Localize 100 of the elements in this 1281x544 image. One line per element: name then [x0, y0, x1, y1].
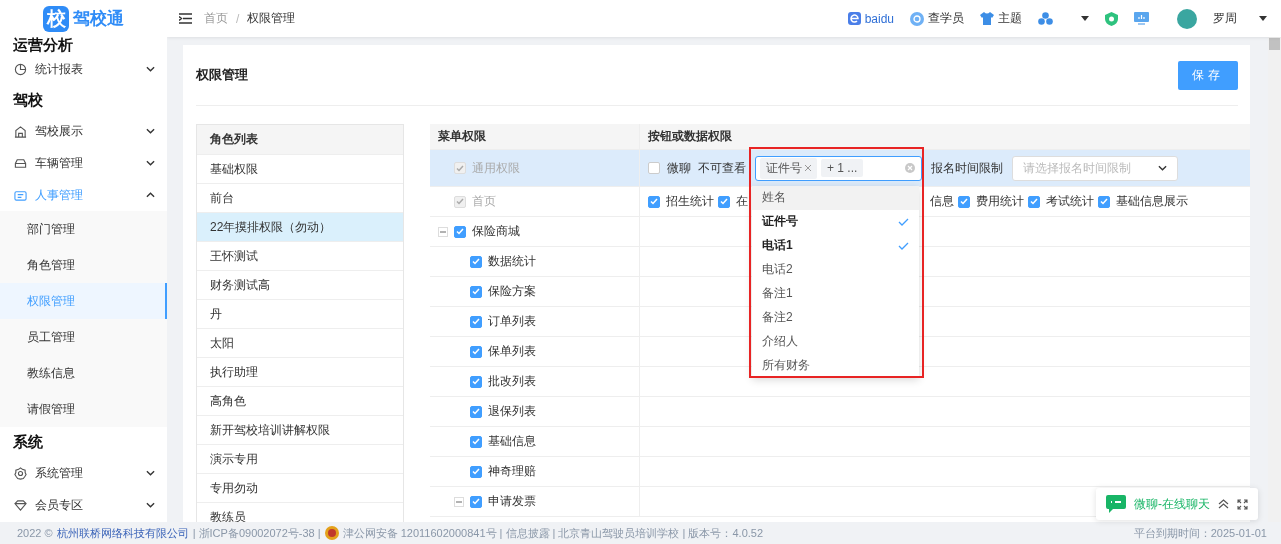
sidebar-item[interactable]: 车辆管理 — [0, 147, 167, 179]
header-link[interactable]: 主题 — [980, 10, 1022, 27]
collapse-icon[interactable] — [1218, 499, 1229, 509]
expiry-text: 平台到期时间：2025-01-01 — [1133, 525, 1267, 541]
sidebar-item[interactable]: 驾校展示 — [0, 115, 167, 147]
field-label: 报名时间限制 — [931, 159, 1003, 177]
user-name[interactable]: 罗周 — [1213, 10, 1237, 27]
chat-icon — [1106, 495, 1126, 513]
shirt-icon — [980, 12, 994, 25]
menu-permission-label: 基础信息 — [488, 433, 536, 450]
chevron-icon — [146, 470, 155, 476]
field-label: 不可查看 — [698, 159, 746, 177]
sidebar-item[interactable]: 统计报表 — [0, 53, 167, 85]
role-item[interactable]: 演示专用 — [197, 444, 403, 473]
checkbox-label: 费用统计 — [976, 193, 1024, 210]
footer-text: 2022 © — [17, 527, 53, 539]
caret-icon[interactable] — [1259, 16, 1267, 21]
header-link[interactable]: 查学员 — [910, 10, 964, 27]
checkbox[interactable] — [470, 285, 482, 298]
header-link[interactable]: baidu — [847, 11, 894, 26]
check-icon — [898, 241, 909, 250]
checkbox[interactable] — [470, 465, 482, 478]
sidebar-item[interactable]: 会员专区 — [0, 489, 167, 521]
sidebar-section-title: 驾校 — [12, 89, 44, 110]
breadcrumb-link[interactable]: 权限管理 — [247, 10, 296, 27]
chevron-icon — [146, 66, 155, 72]
checkbox[interactable] — [470, 345, 482, 358]
diamond-icon — [14, 498, 27, 512]
checkbox-label: 基础信息展示 — [1116, 193, 1188, 210]
shield-icon[interactable] — [1105, 11, 1118, 26]
car-icon — [14, 156, 27, 170]
cluster-icon[interactable] — [1038, 12, 1053, 25]
column-header: 按钮或数据权限 — [648, 128, 732, 145]
settings-icon — [14, 466, 27, 480]
role-item[interactable]: 太阳 — [197, 328, 403, 357]
chevron-icon — [146, 160, 155, 166]
sidebar-subitem[interactable]: 部门管理 — [0, 211, 167, 247]
page-title: 权限管理 — [196, 66, 248, 84]
chevron-icon — [146, 192, 155, 198]
chevron-icon — [146, 502, 155, 508]
checkbox-label: 在 — [736, 193, 748, 210]
menu-permission-label: 神奇理赔 — [488, 463, 536, 480]
role-item[interactable]: 新开驾校培训讲解权限 — [197, 415, 403, 444]
footer-text: 津公网安备 12011602000841号 | 信息披露 | 北京青山驾驶员培训学校 | 版本号：4.0.52 — [342, 525, 764, 541]
search-icon — [910, 11, 924, 26]
more-tag: + 1 ... — [821, 159, 864, 177]
clear-icon[interactable] — [905, 163, 915, 173]
minus-icon — [456, 498, 462, 505]
sidebar-item[interactable]: 系统管理 — [0, 457, 167, 489]
column-header: 角色列表 — [197, 125, 403, 154]
sidebar-subitem[interactable]: 角色管理 — [0, 247, 167, 283]
sidebar-subitem[interactable]: 教练信息 — [0, 355, 167, 391]
role-item[interactable]: 22年摸排权限（勿动） — [197, 212, 403, 241]
role-item[interactable]: 基础权限 — [197, 154, 403, 183]
menu-permission-label: 首页 — [472, 193, 496, 210]
checkbox-label: 信息 — [930, 193, 954, 210]
collapse-toggle[interactable] — [454, 496, 464, 507]
role-item[interactable]: 高角色 — [197, 386, 403, 415]
footer-text: | 浙ICP备09002072号-38 | — [192, 525, 321, 541]
chevron-icon — [1158, 165, 1167, 171]
sidebar-section-title: 运营分析 — [12, 37, 74, 53]
checkbox[interactable] — [470, 315, 482, 328]
role-item[interactable]: 丹 — [197, 299, 403, 328]
menu-permission-label: 申请发票 — [488, 493, 536, 510]
logo-text: 驾校通 — [73, 8, 124, 30]
role-item[interactable]: 执行助理 — [197, 357, 403, 386]
monitor-icon[interactable] — [1134, 12, 1149, 25]
chevron-icon — [146, 128, 155, 134]
sidebar-subitem[interactable]: 员工管理 — [0, 319, 167, 355]
minus-icon — [440, 228, 446, 235]
browser-icon — [847, 12, 861, 25]
avatar[interactable] — [1177, 8, 1197, 29]
menu-permission-label: 保险方案 — [488, 283, 536, 300]
pie-chart-icon — [14, 62, 27, 76]
sidebar-subitem[interactable]: 请假管理 — [0, 391, 167, 427]
checkbox-label: 微聊 — [667, 159, 691, 177]
id-card-icon — [14, 188, 27, 202]
fullscreen-icon[interactable] — [1237, 498, 1248, 510]
checkbox[interactable] — [454, 225, 466, 238]
company-link[interactable]: 杭州联桥网络科技有限公司 — [56, 525, 189, 541]
checkbox[interactable] — [470, 255, 482, 268]
role-item[interactable]: 王怀测试 — [197, 241, 403, 270]
collapse-toggle[interactable] — [438, 226, 448, 237]
menu-icon[interactable] — [179, 13, 192, 24]
checkbox[interactable] — [470, 405, 482, 418]
checkbox[interactable] — [470, 375, 482, 388]
checkbox[interactable] — [470, 435, 482, 448]
scrollbar[interactable] — [1268, 37, 1281, 522]
menu-permission-label: 保单列表 — [488, 343, 536, 360]
caret-icon[interactable] — [1081, 16, 1089, 21]
building-icon — [14, 124, 27, 138]
close-icon[interactable] — [805, 165, 811, 171]
logo-mark: 校 — [43, 5, 69, 32]
role-item[interactable]: 财务测试高 — [197, 270, 403, 299]
column-header: 菜单权限 — [438, 128, 486, 145]
role-item[interactable]: 专用勿动 — [197, 473, 403, 502]
checkbox[interactable] — [470, 495, 482, 508]
sidebar-section-title: 系统 — [12, 431, 44, 452]
menu-permission-label: 退保列表 — [488, 403, 536, 420]
check-icon — [898, 217, 909, 226]
